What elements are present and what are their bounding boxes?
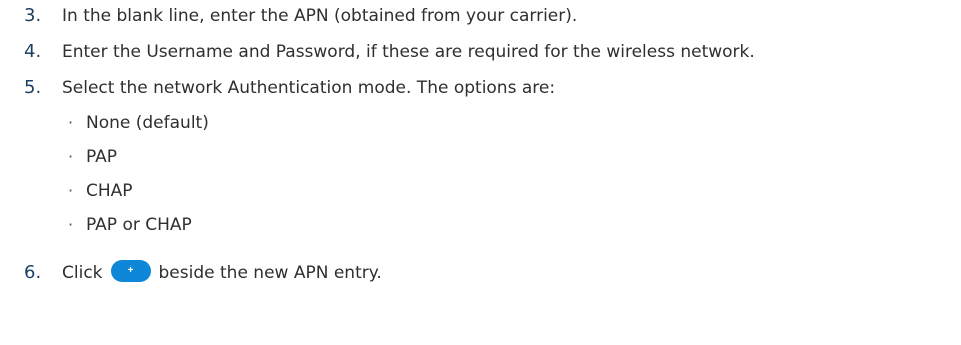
step-text: Enter the Username and Password, if thes… — [62, 42, 755, 62]
step-number: 4. — [24, 41, 42, 62]
step-text-before: Click — [62, 263, 103, 283]
plus-icon: + — [127, 265, 134, 276]
option-text: None (default) — [86, 113, 209, 133]
bullet-icon: · — [68, 215, 74, 234]
add-apn-button[interactable]: + — [110, 260, 151, 282]
option-text: CHAP — [86, 181, 133, 201]
step-text: Click + beside the new APN entry. — [62, 259, 382, 287]
bullet-icon: · — [68, 113, 74, 132]
bullet-icon: · — [68, 181, 74, 200]
option-text: PAP or CHAP — [86, 215, 192, 235]
document-page: 3. In the blank line, enter the APN (obt… — [0, 0, 961, 345]
step-number: 6. — [24, 262, 42, 283]
step-text: In the blank line, enter the APN (obtain… — [62, 6, 578, 26]
bullet-icon: · — [68, 147, 74, 166]
step-number: 5. — [24, 77, 42, 98]
step-text-after: beside the new APN entry. — [158, 263, 382, 283]
step-number: 3. — [24, 5, 42, 26]
option-text: PAP — [86, 147, 118, 167]
step-text: Select the network Authentication mode. … — [62, 78, 556, 98]
